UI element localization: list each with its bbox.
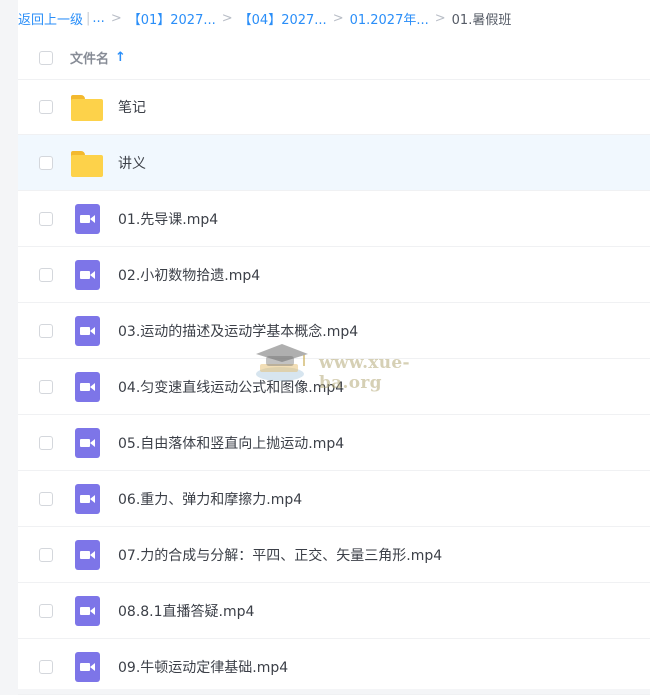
- breadcrumb-separator: >: [332, 10, 344, 26]
- file-name[interactable]: 讲义: [118, 153, 146, 173]
- breadcrumb-item-3[interactable]: 01.2027年...: [350, 9, 429, 28]
- breadcrumb: 返回上一级 | ... > 【01】2027... > 【04】2027... …: [18, 0, 650, 36]
- video-file-icon: [70, 594, 104, 628]
- video-file-icon: [70, 314, 104, 348]
- file-list: 笔记讲义 01.先导课.mp4 02.小初数物拾遗.mp4 03.运动的描述及运动学基…: [18, 79, 650, 695]
- breadcrumb-item-2[interactable]: 【04】2027...: [239, 9, 327, 28]
- file-row[interactable]: 09.牛顿运动定律基础.mp4: [18, 639, 650, 695]
- row-checkbox[interactable]: [39, 547, 53, 562]
- video-file-icon: [70, 482, 104, 516]
- row-checkbox[interactable]: [39, 323, 53, 338]
- file-name[interactable]: 04.匀变速直线运动公式和图像.mp4: [118, 377, 344, 397]
- file-row[interactable]: 讲义: [18, 135, 650, 191]
- row-checkbox[interactable]: [39, 603, 53, 618]
- video-file-icon: [70, 650, 104, 684]
- file-name[interactable]: 06.重力、弹力和摩擦力.mp4: [118, 489, 302, 509]
- file-row[interactable]: 07.力的合成与分解：平四、正交、矢量三角形.mp4: [18, 527, 650, 583]
- row-checkbox[interactable]: [39, 99, 53, 114]
- file-name[interactable]: 07.力的合成与分解：平四、正交、矢量三角形.mp4: [118, 545, 442, 565]
- arrow-up-icon[interactable]: ↑: [115, 50, 126, 65]
- file-name[interactable]: 09.牛顿运动定律基础.mp4: [118, 657, 288, 677]
- file-row[interactable]: 06.重力、弹力和摩擦力.mp4: [18, 471, 650, 527]
- breadcrumb-ellipsis[interactable]: ...: [92, 11, 104, 26]
- breadcrumb-item-1[interactable]: 【01】2027...: [128, 9, 216, 28]
- row-checkbox[interactable]: [39, 659, 53, 674]
- video-file-icon: [70, 426, 104, 460]
- row-checkbox[interactable]: [39, 267, 53, 282]
- row-checkbox[interactable]: [39, 379, 53, 394]
- row-checkbox[interactable]: [39, 435, 53, 450]
- breadcrumb-current: 01.暑假班: [451, 12, 512, 28]
- file-row[interactable]: 04.匀变速直线运动公式和图像.mp4: [18, 359, 650, 415]
- file-row[interactable]: 01.先导课.mp4: [18, 191, 650, 247]
- row-checkbox[interactable]: [39, 155, 53, 170]
- file-name[interactable]: 08.8.1直播答疑.mp4: [118, 601, 254, 621]
- video-file-icon: [70, 202, 104, 236]
- breadcrumb-divider: |: [86, 10, 91, 26]
- breadcrumb-separator: >: [110, 10, 122, 26]
- back-link[interactable]: 返回上一级: [18, 9, 83, 28]
- file-name[interactable]: 03.运动的描述及运动学基本概念.mp4: [118, 321, 358, 341]
- row-checkbox[interactable]: [39, 211, 53, 226]
- select-all-checkbox[interactable]: [39, 50, 53, 65]
- folder-icon: [70, 90, 104, 124]
- breadcrumb-separator: >: [221, 10, 233, 26]
- column-filename[interactable]: 文件名: [70, 48, 109, 67]
- breadcrumb-separator: >: [434, 10, 446, 26]
- file-name[interactable]: 02.小初数物拾遗.mp4: [118, 265, 260, 285]
- file-row[interactable]: 02.小初数物拾遗.mp4: [18, 247, 650, 303]
- video-file-icon: [70, 538, 104, 572]
- file-name[interactable]: 05.自由落体和竖直向上抛运动.mp4: [118, 433, 344, 453]
- file-name[interactable]: 笔记: [118, 97, 146, 117]
- video-file-icon: [70, 370, 104, 404]
- file-row[interactable]: 03.运动的描述及运动学基本概念.mp4: [18, 303, 650, 359]
- video-file-icon: [70, 258, 104, 292]
- file-row[interactable]: 笔记: [18, 79, 650, 135]
- folder-icon: [70, 146, 104, 180]
- row-checkbox[interactable]: [39, 491, 53, 506]
- file-row[interactable]: 08.8.1直播答疑.mp4: [18, 583, 650, 639]
- file-name[interactable]: 01.先导课.mp4: [118, 209, 218, 229]
- list-header: 文件名 ↑: [18, 36, 650, 80]
- file-row[interactable]: 05.自由落体和竖直向上抛运动.mp4: [18, 415, 650, 471]
